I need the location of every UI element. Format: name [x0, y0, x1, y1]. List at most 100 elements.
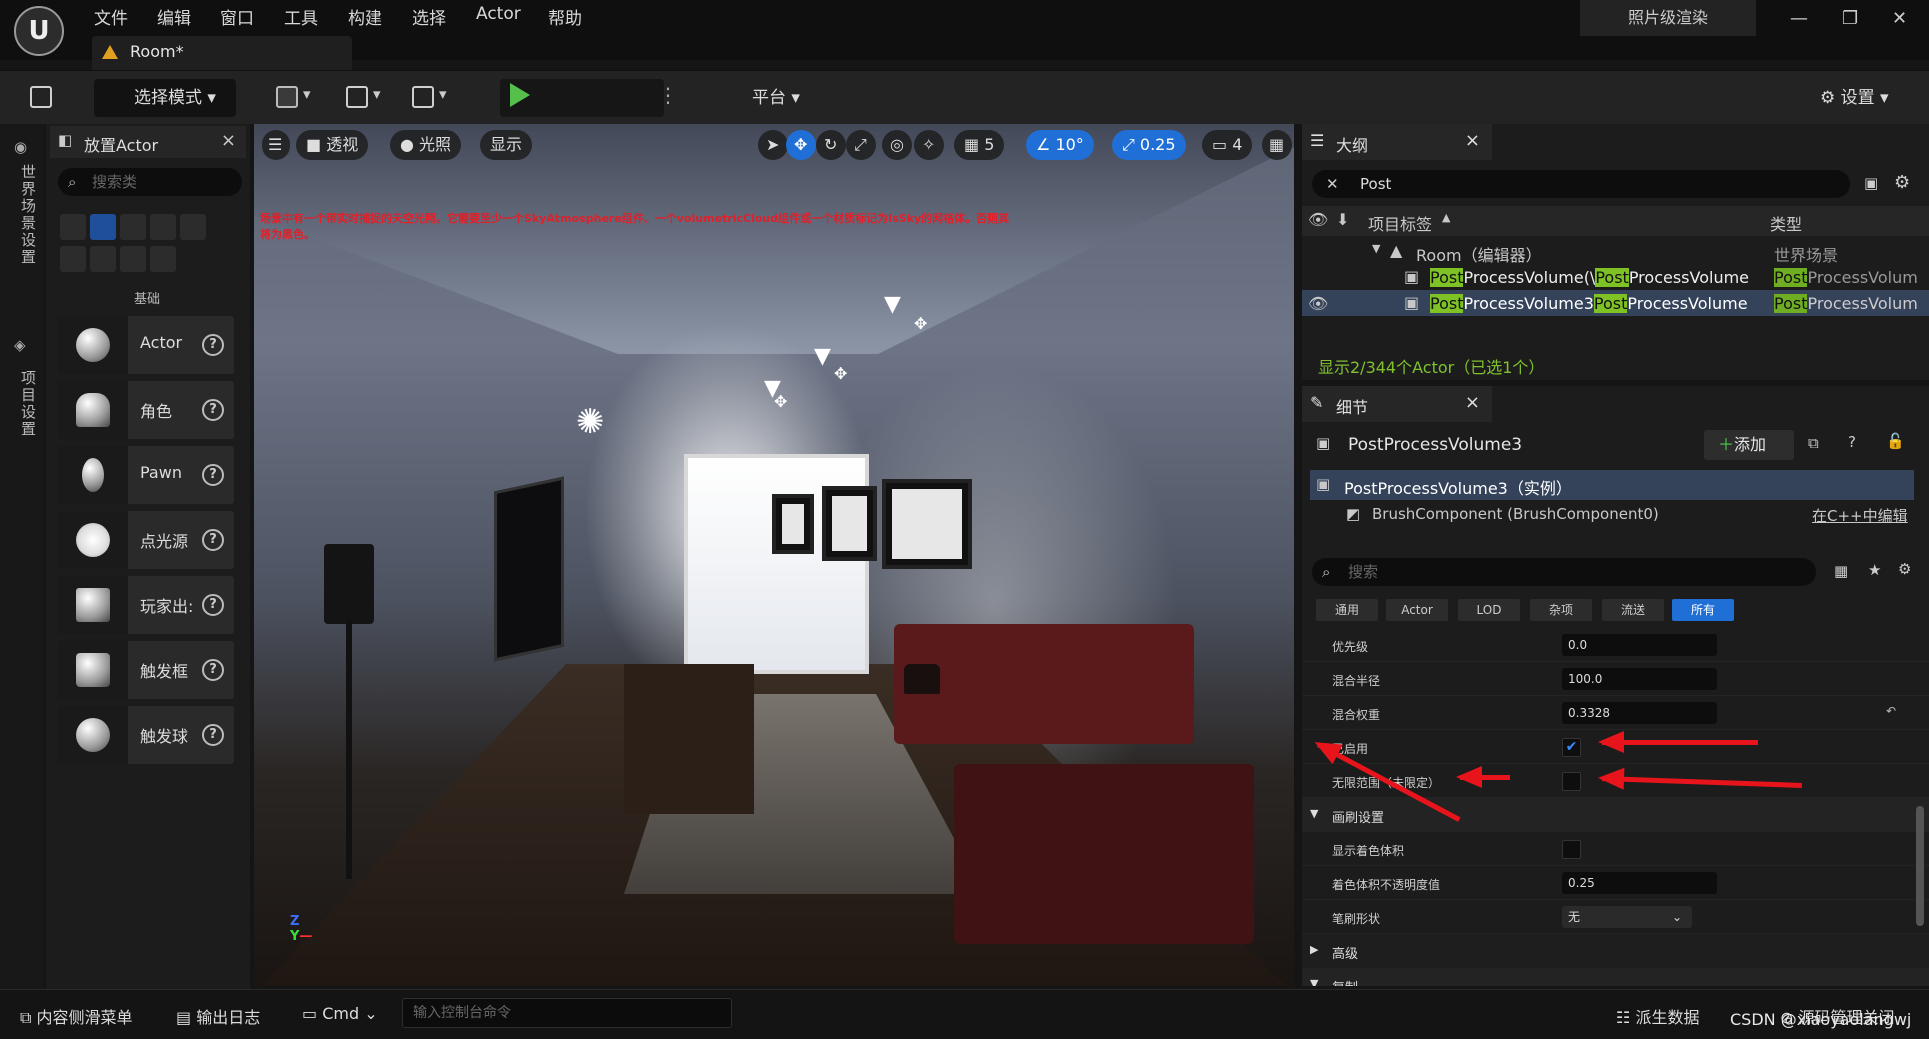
cmd-dropdown[interactable]: ▭ Cmd ⌄ — [302, 1004, 378, 1023]
visual-effects-icon[interactable] — [60, 246, 86, 272]
maximize-viewport-icon[interactable]: ▦ — [1262, 130, 1292, 160]
output-log-button[interactable]: ▤ 输出日志 — [176, 1004, 260, 1028]
save-icon[interactable] — [30, 86, 52, 108]
close-icon[interactable]: × — [221, 130, 236, 151]
edit-cpp-link[interactable]: 在C++中编辑 — [1812, 505, 1908, 526]
menu-file[interactable]: 文件 — [94, 4, 128, 29]
place-item-trigger-box[interactable]: 触发框 ? — [58, 641, 234, 699]
close-icon[interactable]: × — [1465, 130, 1480, 151]
star-icon[interactable]: ★ — [1868, 561, 1881, 579]
help-icon[interactable]: ? — [202, 529, 224, 551]
help-icon[interactable]: ? — [202, 399, 224, 421]
level-viewport[interactable]: ▼ ▼ ▼ ✥ ✥ ✥ ✺ ☰ ■ 透视 ● 光照 显示 ➤ ✥ ↻ ⤢ ◎ ✧… — [254, 124, 1294, 986]
add-component-button[interactable]: ＋添加 — [1704, 430, 1794, 460]
show-button[interactable]: 显示 — [480, 130, 533, 160]
volumes-icon[interactable] — [90, 246, 116, 272]
prop-value-input[interactable]: 0.3328 — [1562, 702, 1717, 724]
table-view-icon[interactable]: ▦ — [1834, 562, 1848, 580]
gear-icon[interactable]: ⚙ — [1898, 560, 1911, 578]
filter-streaming[interactable]: 流送 — [1602, 599, 1664, 621]
derived-data-button[interactable]: ☷ 派生数据 — [1616, 1004, 1699, 1028]
col-type[interactable]: 类型 — [1770, 211, 1802, 235]
photo-render-button[interactable]: 照片级渲染 — [1580, 0, 1756, 36]
world-settings-tab[interactable]: 世界场景设置 — [18, 164, 39, 266]
help-icon[interactable]: ? — [202, 724, 224, 746]
component-row[interactable]: ◩ BrushComponent (BrushComponent0) 在C++中… — [1310, 500, 1914, 528]
filter-misc[interactable]: 杂项 — [1530, 599, 1592, 621]
instance-row[interactable]: ▣ PostProcessVolume3（实例） — [1310, 470, 1914, 500]
world-local-icon[interactable]: ◎ — [882, 130, 912, 160]
menu-tools[interactable]: 工具 — [284, 4, 318, 29]
prop-value-input[interactable]: 100.0 — [1562, 668, 1717, 690]
help-icon[interactable]: ? — [202, 464, 224, 486]
filter-general[interactable]: 通用 — [1316, 599, 1378, 621]
new-folder-icon[interactable]: ▣ — [1864, 174, 1878, 192]
lights-icon[interactable] — [120, 214, 146, 240]
reset-icon[interactable]: ↶ — [1886, 704, 1896, 718]
chevron-down-icon[interactable]: ▾ — [373, 85, 381, 103]
details-search-input[interactable]: ⌕ 搜索 — [1312, 558, 1816, 586]
place-item-pawn[interactable]: Pawn ? — [58, 446, 234, 504]
help-icon[interactable]: ? — [1848, 433, 1856, 451]
platform-dropdown[interactable]: 平台 ▾ — [716, 79, 816, 117]
menu-build[interactable]: 构建 — [348, 4, 382, 29]
menu-help[interactable]: 帮助 — [548, 4, 582, 29]
add-actor-icon[interactable] — [276, 86, 298, 108]
recent-icon[interactable] — [60, 214, 86, 240]
category-advanced[interactable]: ▶ 高级 — [1302, 934, 1929, 968]
blueprint-icon[interactable] — [346, 86, 368, 108]
help-icon[interactable]: ? — [202, 594, 224, 616]
basic-icon[interactable] — [90, 214, 116, 240]
project-settings-tab[interactable]: 项目设置 — [18, 370, 39, 438]
col-item-label[interactable]: 项目标签 — [1368, 211, 1432, 235]
help-icon[interactable]: ? — [202, 659, 224, 681]
prop-value-input[interactable]: 0.25 — [1562, 872, 1717, 894]
category-brush-settings[interactable]: ▼ 画刷设置 — [1302, 798, 1929, 832]
select-tool-icon[interactable]: ➤ — [758, 130, 788, 160]
camera-speed-button[interactable]: ▭ 4 — [1202, 130, 1253, 160]
chevron-down-icon[interactable]: ▾ — [303, 85, 311, 103]
menu-select[interactable]: 选择 — [412, 4, 446, 29]
rotation-snap-button[interactable]: ∠ 10° — [1026, 130, 1094, 160]
geometry-icon[interactable] — [150, 246, 176, 272]
restore-icon[interactable]: ❐ — [1842, 8, 1858, 29]
select-mode-dropdown[interactable]: 选择模式 ▾ — [94, 79, 236, 117]
place-item-character[interactable]: 角色 ? — [58, 381, 234, 439]
grid-snap-button[interactable]: ▦ 5 — [954, 130, 1005, 160]
content-drawer-button[interactable]: ⧉ 内容侧滑菜单 — [20, 1004, 133, 1028]
perspective-button[interactable]: ■ 透视 — [296, 130, 369, 160]
level-tab[interactable]: Room* — [92, 36, 352, 70]
settings-dropdown[interactable]: ⚙ 设置 ▾ — [1820, 79, 1920, 117]
close-icon[interactable]: × — [1465, 392, 1480, 413]
console-input[interactable]: 输入控制台命令 — [402, 998, 732, 1028]
lighting-button[interactable]: ● 光照 — [390, 130, 462, 160]
filter-all[interactable]: 所有 — [1672, 599, 1734, 621]
blueprint-icon[interactable]: ⧉ — [1808, 434, 1819, 452]
menu-window[interactable]: 窗口 — [220, 4, 254, 29]
menu-edit[interactable]: 编辑 — [157, 4, 191, 29]
play-icon[interactable] — [510, 83, 530, 107]
place-item-actor[interactable]: Actor ? — [58, 316, 234, 374]
viewport-menu-icon[interactable]: ☰ — [262, 130, 290, 160]
prop-value-input[interactable]: 0.0 — [1562, 634, 1717, 656]
details-tab[interactable]: ✎ 细节 × — [1302, 386, 1492, 422]
lock-icon[interactable]: 🔓 — [1886, 432, 1905, 450]
enabled-checkbox[interactable]: ✔ — [1562, 738, 1581, 757]
visibility-icon[interactable]: 👁 — [1308, 294, 1328, 313]
all-classes-icon[interactable] — [120, 246, 146, 272]
place-item-trigger-sphere[interactable]: 触发球 ? — [58, 706, 234, 764]
tree-row[interactable]: ▣ PostProcessVolume(\PostProcessVolume P… — [1302, 264, 1929, 290]
tree-row-selected[interactable]: 👁 ▣ PostProcessVolume3PostProcessVolume … — [1302, 290, 1929, 316]
close-window-icon[interactable]: ✕ — [1892, 8, 1907, 29]
outliner-search-input[interactable]: ✕ Post — [1312, 170, 1850, 198]
cinematics-icon[interactable] — [412, 86, 434, 108]
help-icon[interactable]: ? — [202, 334, 224, 356]
category-replication[interactable]: ▼ 复制 — [1302, 968, 1929, 986]
menu-actor[interactable]: Actor — [476, 4, 521, 24]
brush-shape-dropdown[interactable]: 无 ⌄ — [1562, 906, 1692, 928]
scale-tool-icon[interactable]: ⤢ — [846, 130, 876, 160]
surface-snap-icon[interactable]: ✧ — [914, 130, 944, 160]
scale-snap-button[interactable]: ⤢ 0.25 — [1112, 130, 1186, 160]
minimize-icon[interactable]: — — [1790, 8, 1808, 29]
translate-tool-icon[interactable]: ✥ — [786, 130, 816, 160]
